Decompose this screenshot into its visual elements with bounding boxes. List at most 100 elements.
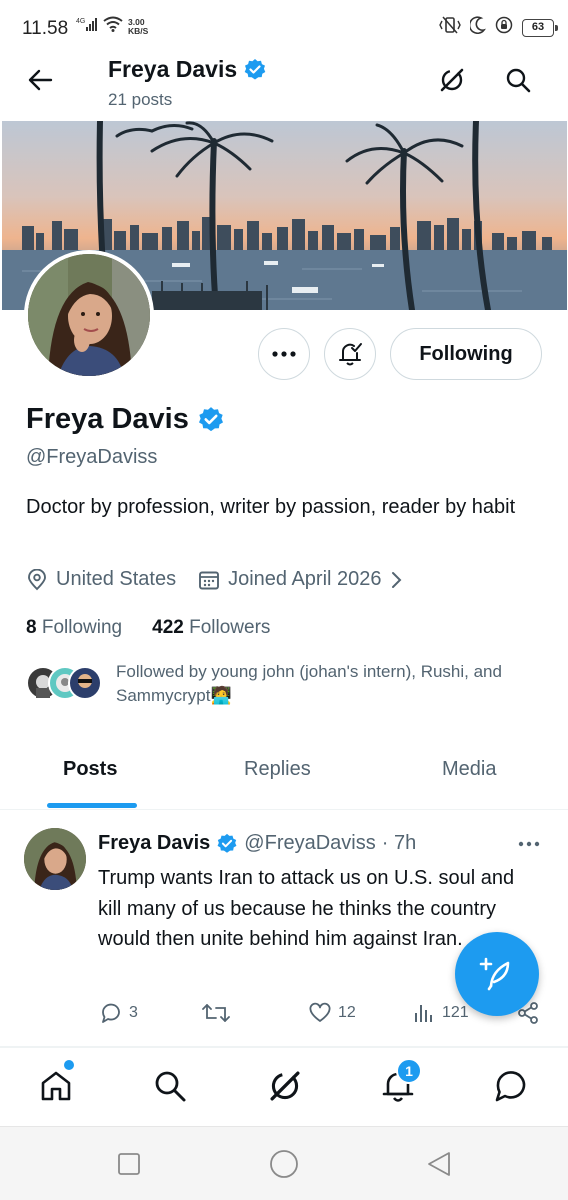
post-avatar[interactable] xyxy=(24,828,86,890)
following-button[interactable]: Following xyxy=(390,328,542,380)
location-text: United States xyxy=(56,568,177,590)
followed-by-text: Followed by young john (johan's intern),… xyxy=(116,662,502,705)
battery-indicator: 63 xyxy=(522,18,558,37)
speed-unit: KB/S xyxy=(128,25,149,36)
reply-icon xyxy=(102,1003,120,1023)
tab-posts[interactable]: Posts xyxy=(63,758,117,781)
header-name: Freya Davis xyxy=(108,56,238,82)
more-dots-icon xyxy=(518,841,540,847)
avatar-photo-image xyxy=(28,254,150,376)
verified-badge-icon xyxy=(198,406,223,431)
search-icon xyxy=(155,1071,186,1102)
home-system-button[interactable] xyxy=(267,1147,301,1181)
post-author-handle: @FreyaDaviss xyxy=(244,832,376,854)
header-post-count: 21 posts xyxy=(108,90,173,109)
circle-home-icon xyxy=(270,1150,298,1178)
profile-header-bar: Freya Davis 21 posts xyxy=(0,56,568,120)
notification-badge: 1 xyxy=(396,1058,422,1084)
followers-count: 422 xyxy=(152,617,184,638)
reply-count: 3 xyxy=(129,1004,138,1021)
followers-count-link[interactable]: 422 Followers xyxy=(152,617,270,639)
search-icon xyxy=(506,68,531,93)
header-title: Freya Davis xyxy=(108,56,267,83)
bell-check-icon xyxy=(339,343,362,366)
grok-icon xyxy=(440,68,464,92)
tab-replies[interactable]: Replies xyxy=(244,758,311,781)
profile-name-text: Freya Davis xyxy=(26,403,189,435)
grok-button[interactable] xyxy=(434,62,470,98)
post-header: Freya Davis @FreyaDaviss · 7h xyxy=(98,832,416,855)
profile-meta: United States Joined April 2026 xyxy=(26,568,402,591)
like-button[interactable]: 12 xyxy=(308,1001,356,1025)
following-count-link[interactable]: 8 Following xyxy=(26,617,122,639)
profile-handle: @FreyaDaviss xyxy=(26,446,158,468)
moon-icon xyxy=(468,16,486,39)
notification-subscribe-button[interactable] xyxy=(324,328,376,380)
active-tab-indicator xyxy=(47,803,137,808)
verified-badge-icon xyxy=(244,58,266,79)
home-icon xyxy=(41,1071,71,1101)
compose-feather-icon xyxy=(479,957,510,991)
tab-media[interactable]: Media xyxy=(442,758,496,781)
compose-post-button[interactable] xyxy=(455,932,539,1016)
profile-counts: 8 Following 422 Followers xyxy=(26,617,270,639)
wifi-icon xyxy=(103,16,123,37)
profile-tabs: Posts Replies Media xyxy=(0,740,568,810)
network-indicators: 4G 3.00 KB/S xyxy=(76,16,148,37)
followed-by-avatars xyxy=(26,666,102,706)
post-more-button[interactable] xyxy=(512,829,546,859)
profile-bio: Doctor by profession, writer by passion,… xyxy=(26,496,516,518)
repost-button[interactable] xyxy=(202,1001,236,1025)
profile-avatar[interactable] xyxy=(24,250,154,380)
profile-joined[interactable]: Joined April 2026 xyxy=(198,568,401,591)
status-time: 11.58 xyxy=(22,18,69,39)
views-chart-icon xyxy=(415,1005,432,1022)
post-timestamp: · 7h xyxy=(381,832,417,854)
nav-messages-button[interactable] xyxy=(491,1066,531,1106)
views-count: 121 xyxy=(442,1004,469,1021)
back-button[interactable] xyxy=(22,62,58,98)
back-system-button[interactable] xyxy=(422,1147,456,1181)
triangle-back-icon xyxy=(428,1152,450,1176)
more-options-button[interactable] xyxy=(258,328,310,380)
bottom-navigation: 1 xyxy=(0,1047,568,1125)
messages-icon xyxy=(495,1071,526,1102)
status-right-icons: 63 xyxy=(439,16,558,39)
network-speed: 3.00 KB/S xyxy=(128,17,149,36)
joined-text: Joined April 2026 xyxy=(228,568,382,590)
verified-badge-icon xyxy=(217,833,237,853)
lock-rotation-icon xyxy=(495,16,513,39)
profile-display-name: Freya Davis xyxy=(26,403,225,436)
like-count: 12 xyxy=(338,1004,356,1021)
square-recents-icon xyxy=(118,1153,140,1175)
views-button[interactable]: 121 xyxy=(412,1001,469,1025)
followers-label: Followers xyxy=(189,617,271,638)
nav-grok-button[interactable] xyxy=(265,1066,305,1106)
post-avatar-image xyxy=(24,828,86,890)
post-author-name[interactable]: Freya Davis xyxy=(98,832,210,855)
follower-avatar xyxy=(68,666,102,700)
vibrate-icon xyxy=(439,16,461,39)
status-bar: 11.58 4G 3.00 KB/S 63 xyxy=(0,0,568,56)
signal-icon: 4G xyxy=(76,16,98,37)
followed-by-section[interactable]: Followed by young john (johan's intern),… xyxy=(26,660,536,708)
nav-home-button[interactable] xyxy=(36,1066,76,1106)
back-arrow-icon xyxy=(28,69,53,91)
calendar-icon xyxy=(199,571,220,589)
following-count: 8 xyxy=(26,617,37,638)
more-dots-icon xyxy=(272,351,296,357)
location-pin-icon xyxy=(28,568,46,590)
nav-search-button[interactable] xyxy=(150,1066,190,1106)
reply-button[interactable]: 3 xyxy=(99,1001,138,1025)
recents-button[interactable] xyxy=(112,1147,146,1181)
repost-icon xyxy=(202,1004,230,1022)
svg-text:4G: 4G xyxy=(76,18,85,25)
grok-icon xyxy=(270,1071,300,1101)
following-label: Following xyxy=(41,617,123,638)
chevron-right-icon xyxy=(391,571,401,588)
profile-location: United States xyxy=(26,568,176,591)
system-navigation-bar xyxy=(0,1126,568,1200)
heart-icon xyxy=(309,1002,331,1022)
header-search-button[interactable] xyxy=(500,62,536,98)
home-unread-dot xyxy=(64,1060,74,1070)
